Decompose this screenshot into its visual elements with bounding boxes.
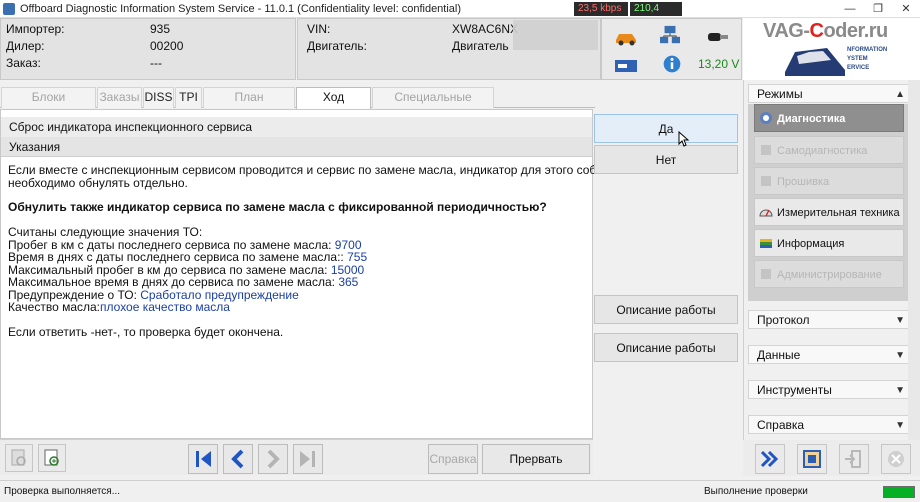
order-value: ---: [150, 56, 162, 70]
forward-icon[interactable]: [755, 444, 785, 474]
next-step-icon[interactable]: [258, 444, 288, 474]
order-label: Заказ:: [6, 56, 41, 70]
importer-label: Импортер:: [6, 22, 65, 36]
footer-text: Если ответить -нет-, то проверка будет о…: [8, 325, 284, 339]
modes-list: Диагностика Самодиагностика Прошивка Изм…: [748, 104, 908, 301]
admin-icon: [761, 269, 771, 279]
logo-car-icon: [785, 48, 845, 76]
vin-redaction: [513, 20, 598, 50]
value-row: Максимальное время в днях до сервиса по …: [8, 275, 359, 289]
usb-icon: [615, 60, 637, 72]
mode-self-diagnosis[interactable]: Самодиагностика: [754, 136, 904, 164]
engine-value: Двигатель: [452, 39, 509, 53]
vin-value: XW8AC6NX: [452, 22, 519, 36]
protocol-header[interactable]: Протокол ▼: [748, 310, 910, 329]
tab-tpi[interactable]: TPI: [175, 87, 202, 108]
screenshot-icon[interactable]: [797, 444, 827, 474]
status-left: Проверка выполняется...: [4, 486, 121, 497]
instruction-text-2: необходимо обнулять отдельно.: [8, 176, 188, 190]
value-row: Качество масла:плохое качество масла: [8, 300, 230, 314]
download-speed: 23,5 kbps: [574, 2, 628, 16]
mode-administration[interactable]: Администрирование: [754, 260, 904, 288]
value-row: Время в днях с даты последнего сервиса п…: [8, 250, 368, 264]
vin-label: VIN:: [307, 22, 331, 36]
last-step-icon[interactable]: [293, 444, 323, 474]
right-panel: Режимы ▲ Диагностика Самодиагностика Прош…: [743, 80, 920, 476]
work-description-button-2[interactable]: Описание работы: [594, 333, 738, 362]
gauge-icon: [759, 209, 773, 217]
app-icon: [3, 3, 15, 15]
progress-bar: [883, 486, 915, 498]
mode-flashing[interactable]: Прошивка: [754, 167, 904, 195]
restore-icon[interactable]: ❐: [864, 1, 892, 17]
abort-test-button[interactable]: Прервать проверку: [482, 444, 590, 494]
question-text: Обнулить также индикатор сервиса по заме…: [8, 200, 547, 214]
info-icon[interactable]: [660, 54, 684, 74]
tab-process[interactable]: Ход процесса: [296, 87, 371, 123]
zoom-in-icon[interactable]: [38, 444, 66, 472]
previous-step-icon[interactable]: [223, 444, 253, 474]
upload-speed: 210,4 kbps: [630, 2, 682, 28]
no-button[interactable]: Нет: [594, 145, 738, 174]
chevron-down-icon: ▼: [895, 315, 905, 326]
modes-header[interactable]: Режимы ▲: [748, 84, 910, 103]
tab-special-functions[interactable]: Специальные функции: [372, 87, 494, 123]
title-bar: Offboard Diagnostic Information System S…: [0, 0, 920, 28]
instruction-text-1: Если вместе с инспекционным сервисом про…: [8, 163, 624, 177]
help-button[interactable]: Справка: [428, 444, 478, 474]
battery-voltage: 13,20 V: [698, 57, 740, 71]
tab-control-units[interactable]: Блоки управления: [1, 87, 96, 123]
tab-diss[interactable]: DISS: [143, 87, 174, 108]
books-icon: [760, 239, 772, 248]
mode-information[interactable]: Информация: [754, 229, 904, 257]
close-icon[interactable]: ✕: [892, 1, 920, 17]
exit-icon[interactable]: [839, 444, 869, 474]
first-step-icon[interactable]: [188, 444, 218, 474]
mode-diagnostics[interactable]: Диагностика: [754, 104, 904, 132]
minimize-icon[interactable]: —: [836, 1, 864, 17]
key-icon: [708, 33, 728, 41]
work-description-button[interactable]: Описание работы: [594, 295, 738, 324]
read-values-intro: Считаны следующие значения ТО:: [8, 225, 203, 239]
stethoscope-icon: [760, 112, 772, 124]
tab-orders[interactable]: Заказы: [97, 87, 142, 108]
chevron-down-icon: ▼: [895, 385, 905, 396]
chevron-up-icon: ▲: [895, 89, 905, 100]
dealer-value: 00200: [150, 39, 184, 53]
right-toolbar: [743, 440, 920, 476]
instructions-header: Указания: [1, 137, 592, 157]
right-panel-scrollbar[interactable]: [908, 80, 920, 440]
dealer-label: Дилер:: [6, 39, 45, 53]
zoom-out-icon[interactable]: [5, 444, 33, 472]
network-icon: [660, 25, 680, 44]
logo-subtitle: NFORMATION YSTEM ERVICE: [847, 47, 888, 71]
vehicle-info-panel: Импортер: 935 Дилер: 00200 Заказ: ---: [0, 18, 296, 80]
mode-measurement[interactable]: Измерительная техника: [754, 198, 904, 226]
help-header[interactable]: Справка ▼: [748, 415, 910, 434]
mouse-cursor-icon: [678, 131, 690, 147]
bottom-toolbar: Справка Прервать проверку: [0, 439, 593, 494]
status-right: Выполнение проверки: [704, 486, 808, 497]
cancel-icon[interactable]: [881, 444, 911, 474]
window-title: Offboard Diagnostic Information System S…: [20, 3, 462, 15]
vag-coder-logo: VAG-Coder.ru NFORMATION YSTEM ERVICE: [743, 18, 920, 80]
procedure-content: Сброс индикатора инспекционного сервиса …: [0, 109, 624, 439]
engine-label: Двигатель:: [307, 39, 367, 53]
yes-button[interactable]: Да: [594, 114, 738, 143]
procedure-title: Сброс индикатора инспекционного сервиса: [1, 117, 592, 137]
logo-text: VAG-Coder.ru: [763, 20, 888, 42]
self-diagnosis-icon: [761, 145, 771, 155]
flash-icon: [761, 176, 771, 186]
chevron-down-icon: ▼: [895, 420, 905, 431]
tab-diagnostic-plan[interactable]: План диагностики: [203, 87, 295, 123]
importer-value: 935: [150, 22, 171, 36]
chevron-down-icon: ▼: [895, 350, 905, 361]
tools-header[interactable]: Инструменты ▼: [748, 380, 910, 399]
status-bar: Проверка выполняется... Выполнение прове…: [0, 480, 920, 502]
car-icon: [616, 34, 636, 46]
data-header[interactable]: Данные ▼: [748, 345, 910, 364]
tab-bar: Блоки управления Заказы DISS TPI План ди…: [0, 84, 595, 123]
